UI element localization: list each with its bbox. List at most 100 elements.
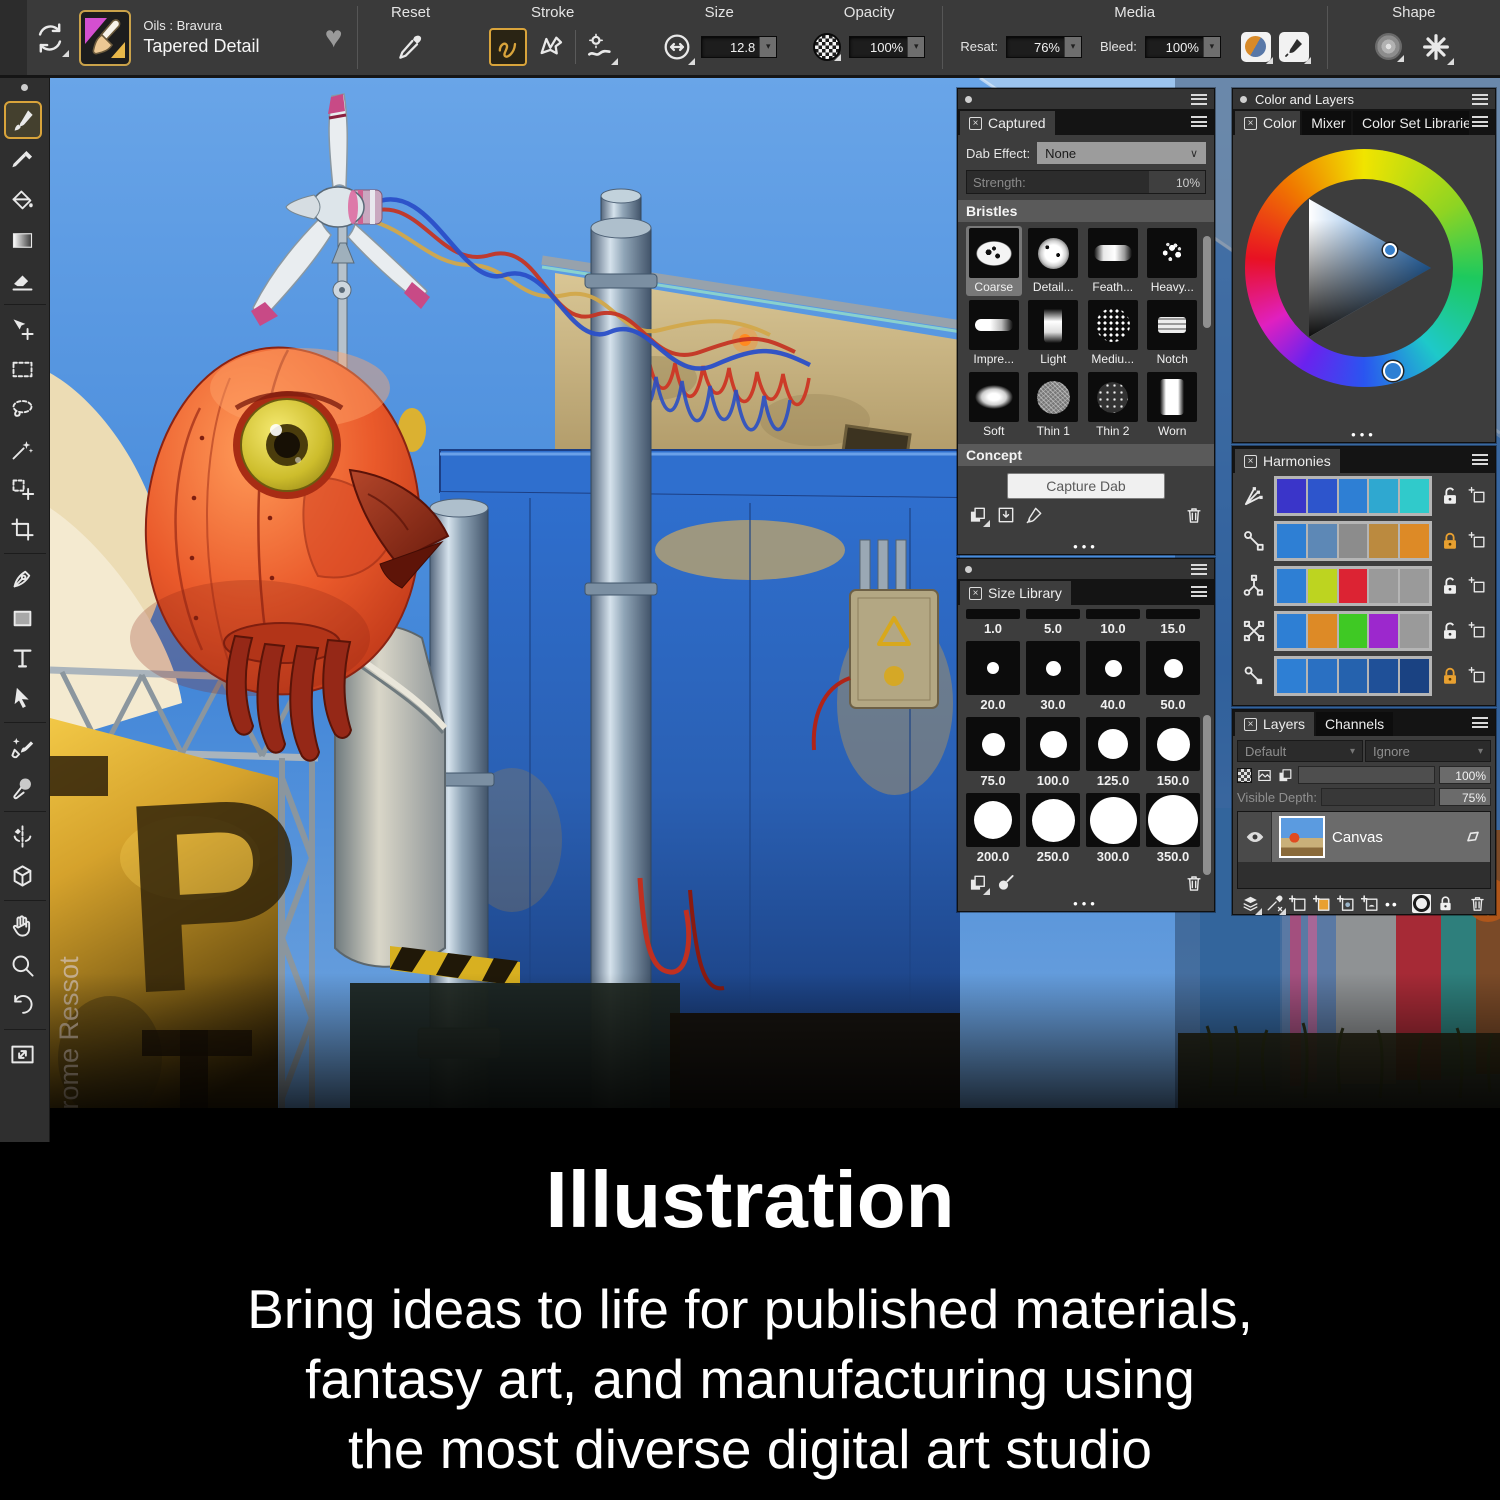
brush-labels[interactable]: Oils : Bravura Tapered Detail — [143, 18, 312, 57]
tab-mixer[interactable]: Mixer — [1302, 111, 1351, 135]
empty-swatch[interactable] — [1400, 614, 1429, 648]
selection-adjuster-tool[interactable] — [4, 470, 42, 508]
pick-up-underlying-icon[interactable] — [1256, 767, 1273, 784]
empty-swatch[interactable] — [1400, 569, 1429, 603]
color-swatch[interactable] — [1277, 524, 1306, 558]
size-library-group-header[interactable] — [958, 559, 1214, 579]
dropper-tool[interactable] — [4, 141, 42, 179]
lasso-tool[interactable] — [4, 390, 42, 428]
panel-drag-dots[interactable]: ••• — [1233, 427, 1495, 442]
dab-thin2[interactable]: Thin 2 — [1085, 370, 1141, 440]
close-icon[interactable]: × — [1244, 117, 1257, 130]
menu-icon[interactable] — [1472, 94, 1488, 105]
size-dropdown-arrow-icon[interactable]: ▾ — [759, 37, 776, 57]
add-swatch-icon[interactable] — [1468, 576, 1487, 595]
color-layers-group-header[interactable]: Color and Layers — [1233, 89, 1495, 109]
menu-icon[interactable] — [1472, 116, 1488, 127]
hue-marker[interactable] — [1383, 361, 1403, 381]
size-300.0[interactable]: 300.0 — [1086, 793, 1140, 867]
menu-icon[interactable] — [1191, 116, 1207, 127]
gradient-tool[interactable] — [4, 221, 42, 259]
opacity-dropdown-arrow-icon[interactable]: ▾ — [907, 37, 924, 57]
magic-wand-tool[interactable] — [4, 430, 42, 468]
layer-thumbnail[interactable] — [1279, 816, 1325, 858]
trash-icon[interactable] — [1184, 873, 1204, 893]
grabber-hand-tool[interactable] — [4, 906, 42, 944]
copy-size-icon[interactable] — [968, 873, 988, 893]
lock-open-icon[interactable] — [1439, 575, 1461, 597]
lock-layer-icon[interactable] — [1436, 894, 1455, 913]
color-media-button[interactable] — [1241, 32, 1271, 62]
navigation-tool[interactable] — [4, 1035, 42, 1073]
bleed-dropdown-arrow-icon[interactable]: ▾ — [1203, 37, 1220, 57]
restore-default-icon[interactable] — [33, 21, 67, 55]
resat-field[interactable]: 76%▾ — [1006, 36, 1082, 58]
magnifier-tool[interactable] — [4, 946, 42, 984]
crop-tool[interactable] — [4, 510, 42, 548]
dab-mediu[interactable]: Mediu... — [1085, 298, 1141, 368]
tab-layers[interactable]: ×Layers — [1235, 712, 1314, 736]
rotate-page-tool[interactable] — [4, 986, 42, 1024]
opacity-field[interactable]: 100%▾ — [849, 36, 925, 58]
size-10.0[interactable]: 10.0 — [1086, 609, 1140, 639]
layer-row-canvas[interactable]: Canvas — [1238, 812, 1490, 862]
heart-icon[interactable]: ♥ — [325, 23, 343, 53]
sv-marker[interactable] — [1383, 243, 1397, 257]
close-icon[interactable]: × — [969, 117, 982, 130]
tab-color-set-libraries[interactable]: Color Set Librarie — [1353, 111, 1469, 135]
size-100.0[interactable]: 100.0 — [1026, 717, 1080, 791]
color-swatch[interactable] — [1400, 479, 1429, 513]
empty-swatch[interactable] — [1369, 569, 1398, 603]
size-1.0[interactable]: 1.0 — [966, 609, 1020, 639]
dab-heavy[interactable]: Heavy... — [1145, 226, 1201, 296]
trash-icon[interactable] — [1184, 505, 1204, 525]
composite-depth-select[interactable]: Ignore▾ — [1365, 740, 1491, 762]
captured-group-header[interactable] — [958, 89, 1214, 109]
lock-open-icon[interactable] — [1439, 620, 1461, 642]
tab-channels[interactable]: Channels — [1316, 712, 1393, 736]
toolbox-handle[interactable] — [21, 84, 28, 91]
text-tool[interactable] — [4, 639, 42, 677]
color-swatch[interactable] — [1369, 614, 1398, 648]
new-media-layer-icon[interactable] — [1313, 894, 1332, 913]
section-header-concept[interactable]: Concept — [958, 444, 1214, 466]
dab-light[interactable]: Light — [1026, 298, 1082, 368]
rectangular-selection-tool[interactable] — [4, 350, 42, 388]
shape-selection-tool[interactable] — [4, 679, 42, 717]
copy-dab-icon[interactable] — [968, 505, 988, 525]
close-icon[interactable]: × — [969, 587, 982, 600]
color-swatch[interactable] — [1277, 479, 1306, 513]
scrollbar-thumb[interactable] — [1203, 715, 1211, 875]
lock-closed-icon[interactable] — [1439, 530, 1461, 552]
dab-effect-select[interactable]: None∨ — [1037, 142, 1206, 164]
new-layer-icon[interactable] — [1289, 894, 1308, 913]
size-circle-icon[interactable] — [661, 31, 693, 63]
edit-dab-icon[interactable] — [1024, 505, 1044, 525]
menu-icon[interactable] — [1472, 717, 1488, 728]
stroke-vector-icon[interactable] — [535, 31, 567, 63]
opacity-checker-icon[interactable] — [813, 33, 841, 61]
dynamic-plugins-icon[interactable] — [1265, 894, 1284, 913]
size-30.0[interactable]: 30.0 — [1026, 641, 1080, 715]
shape-gear-icon[interactable] — [1375, 33, 1402, 60]
color-swatch[interactable] — [1369, 659, 1398, 693]
size-250.0[interactable]: 250.0 — [1026, 793, 1080, 867]
section-header-bristles[interactable]: Bristles — [958, 200, 1214, 222]
dab-worn[interactable]: Worn — [1145, 370, 1201, 440]
brush-chip[interactable] — [79, 10, 131, 66]
dab-notch[interactable]: Notch — [1145, 298, 1201, 368]
size-15.0[interactable]: 15.0 — [1146, 609, 1200, 639]
duplicate-icon[interactable] — [1277, 767, 1294, 784]
color-swatch[interactable] — [1339, 524, 1368, 558]
color-swatch[interactable] — [1308, 659, 1337, 693]
tab-harmonies[interactable]: ×Harmonies — [1235, 449, 1340, 473]
size-200.0[interactable]: 200.0 — [966, 793, 1020, 867]
menu-icon[interactable] — [1191, 586, 1207, 597]
dab-coarse[interactable]: Coarse — [966, 226, 1022, 296]
strength-slider[interactable]: Strength: 10% — [966, 170, 1206, 194]
preserve-transparency-icon[interactable] — [1237, 768, 1252, 783]
color-swatch[interactable] — [1339, 569, 1368, 603]
stroke-auto-icon[interactable] — [584, 31, 616, 63]
panel-drag-dots[interactable]: ••• — [958, 539, 1214, 554]
tab-size-library[interactable]: ×Size Library — [960, 581, 1071, 605]
